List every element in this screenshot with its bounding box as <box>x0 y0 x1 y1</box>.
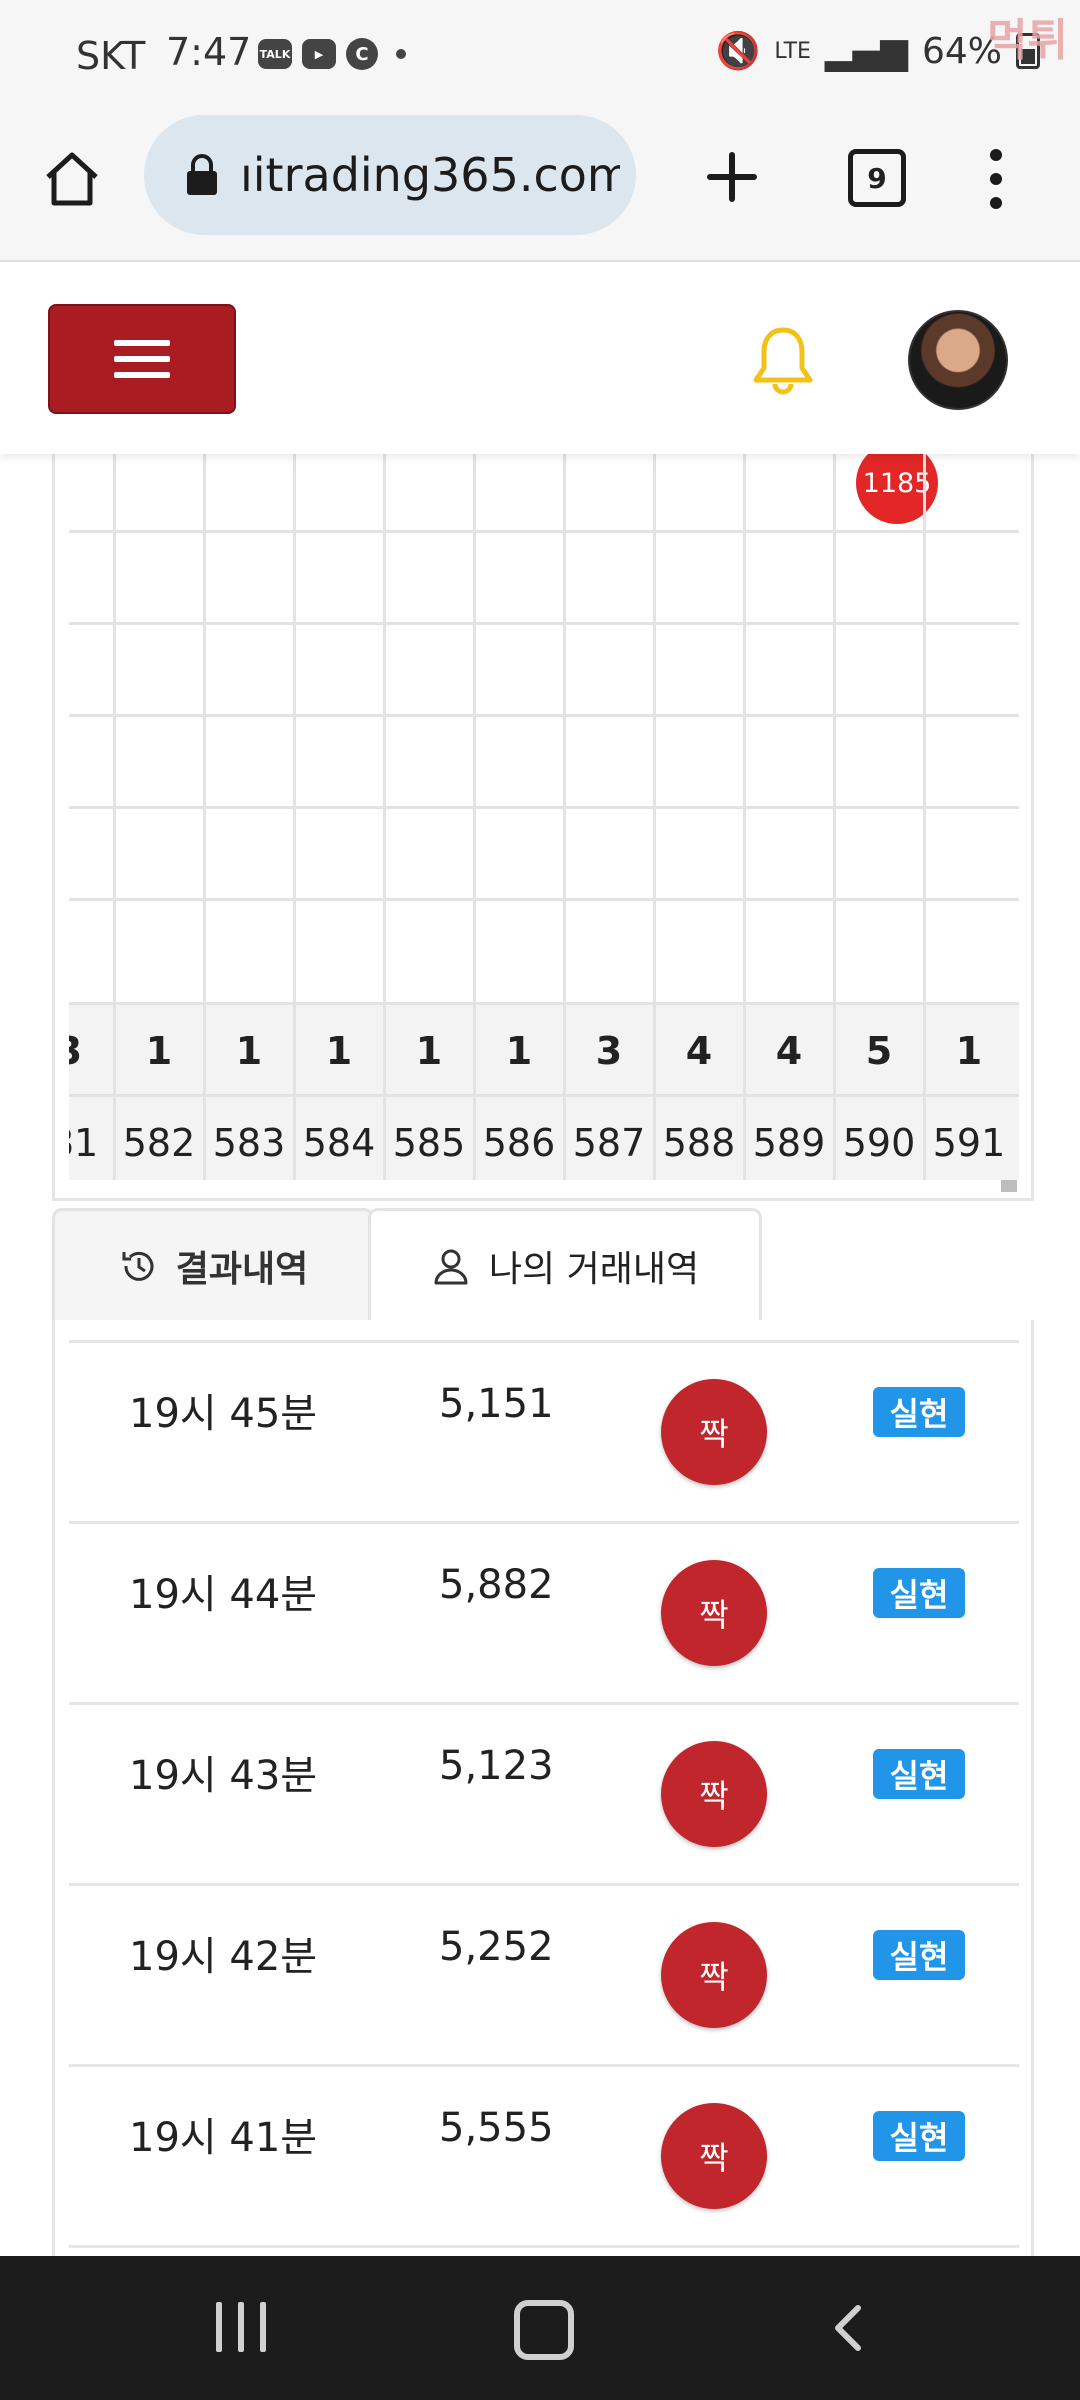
more-options-icon[interactable] <box>986 149 1006 209</box>
trade-time: 19시 45분 <box>129 1391 318 1437</box>
round-cell: 582 <box>122 1121 196 1165</box>
trade-time: 19시 42분 <box>129 1934 318 1980</box>
list-item: 19시 41분 5,555 짝 실현 <box>69 2064 1019 2247</box>
status-badge: 실현 <box>873 1930 965 1980</box>
tab-my-trades[interactable]: 나의 거래내역 <box>368 1208 762 1324</box>
count-cell: 3 <box>595 1029 623 1073</box>
round-cell: 583 <box>212 1121 286 1165</box>
count-cell: 1 <box>235 1029 263 1073</box>
watermark-logo: 먹튀 <box>987 15 1068 66</box>
trade-price: 5,252 <box>439 1924 554 1970</box>
grid-scroll-area[interactable]: 1185 3 1 1 1 1 1 3 4 4 5 1 81 582 583 58… <box>69 454 1019 1180</box>
notification-icons: TALK ▶ C <box>258 38 406 70</box>
pick-badge: 짝 <box>661 1922 767 2028</box>
recent-apps-icon[interactable] <box>216 2302 266 2352</box>
round-cell: 590 <box>842 1121 916 1165</box>
signal-icon: ▂▄▆ <box>824 30 908 72</box>
list-item: 19시 45분 5,151 짝 실현 <box>69 1340 1019 1523</box>
trade-time: 19시 41분 <box>129 2115 318 2161</box>
pick-badge: 짝 <box>661 1741 767 1847</box>
home-icon[interactable] <box>40 147 104 211</box>
carrier-label: SKT <box>76 34 146 78</box>
count-cell: 1 <box>415 1029 443 1073</box>
count-cell: 1 <box>325 1029 353 1073</box>
my-trades-list: 19시 45분 5,151 짝 실현 19시 44분 5,882 짝 실현 19… <box>52 1320 1034 2260</box>
trade-price: 5,555 <box>439 2105 554 2151</box>
new-tab-icon[interactable] <box>700 145 764 209</box>
round-cell: 587 <box>572 1121 646 1165</box>
list-item: 19시 42분 5,252 짝 실현 <box>69 1883 1019 2066</box>
mute-icon: 🔇 <box>715 31 761 72</box>
trade-price: 5,882 <box>439 1562 554 1608</box>
history-tabs: 결과내역 나의 거래내역 <box>52 1208 1028 1324</box>
system-nav-bar <box>0 2256 1080 2400</box>
c-app-icon: C <box>346 38 378 70</box>
more-notifications-dot <box>396 49 406 59</box>
status-badge: 실현 <box>873 2111 965 2161</box>
list-item: 19시 44분 5,882 짝 실현 <box>69 1521 1019 1704</box>
count-cell: 5 <box>865 1029 893 1073</box>
list-item: 19시 43분 5,123 짝 실현 <box>69 1702 1019 1885</box>
url-text: ıitrading365.com <box>240 148 620 202</box>
round-number-row: 81 582 583 584 585 586 587 588 589 590 5… <box>69 1094 1019 1180</box>
youtube-icon: ▶ <box>302 39 336 69</box>
scroll-resize-handle[interactable] <box>1001 1180 1017 1192</box>
site-header <box>0 262 1080 454</box>
user-avatar[interactable] <box>908 310 1008 410</box>
pick-badge: 짝 <box>661 1560 767 1666</box>
user-icon <box>434 1249 468 1285</box>
trade-time: 19시 43분 <box>129 1753 318 1799</box>
history-icon <box>122 1251 154 1281</box>
address-bar[interactable]: ıitrading365.com <box>144 115 636 235</box>
count-cell: 1 <box>955 1029 983 1073</box>
result-grid: 1185 3 1 1 1 1 1 3 4 4 5 1 81 582 583 58… <box>52 454 1034 1201</box>
count-cell: 4 <box>685 1029 713 1073</box>
round-cell: 584 <box>302 1121 376 1165</box>
round-cell: 586 <box>482 1121 556 1165</box>
browser-toolbar: ıitrading365.com 9 <box>0 105 1080 262</box>
count-cell: 3 <box>69 1005 114 1097</box>
clock: 7:47 <box>166 30 252 74</box>
round-cell: 591 <box>932 1121 1006 1165</box>
round-cell: 81 <box>69 1121 99 1165</box>
tab-result-history-label: 결과내역 <box>175 1249 309 1290</box>
trade-price: 5,151 <box>439 1381 554 1427</box>
round-cell: 588 <box>662 1121 736 1165</box>
count-cell: 1 <box>145 1029 173 1073</box>
hamburger-menu-button[interactable] <box>48 304 236 414</box>
home-nav-icon[interactable] <box>514 2300 574 2360</box>
lock-icon <box>187 154 217 195</box>
trade-time: 19시 44분 <box>129 1572 318 1618</box>
count-cell: 1 <box>505 1029 533 1073</box>
pick-badge: 짝 <box>661 1379 767 1485</box>
round-cell: 585 <box>392 1121 466 1165</box>
status-badge: 실현 <box>873 1749 965 1799</box>
count-row: 3 1 1 1 1 1 3 4 4 5 1 <box>69 1002 1019 1097</box>
trade-price: 5,123 <box>439 1743 554 1789</box>
tab-result-history[interactable]: 결과내역 <box>52 1208 374 1321</box>
pick-badge: 짝 <box>661 2103 767 2209</box>
status-badge: 실현 <box>873 1568 965 1618</box>
tab-my-trades-label: 나의 거래내역 <box>488 1249 700 1290</box>
count-cell: 4 <box>775 1029 803 1073</box>
round-cell: 589 <box>752 1121 826 1165</box>
back-icon[interactable] <box>822 2300 878 2356</box>
bell-icon[interactable] <box>750 324 816 396</box>
kakaotalk-icon: TALK <box>258 39 292 69</box>
lte-icon: LTE <box>774 38 811 64</box>
status-badge: 실현 <box>873 1387 965 1437</box>
status-bar: SKT 7:47 TALK ▶ C 🔇 LTE ▂▄▆ 64% 먹튀 <box>0 0 1080 105</box>
tab-switcher-button[interactable]: 9 <box>848 149 906 207</box>
